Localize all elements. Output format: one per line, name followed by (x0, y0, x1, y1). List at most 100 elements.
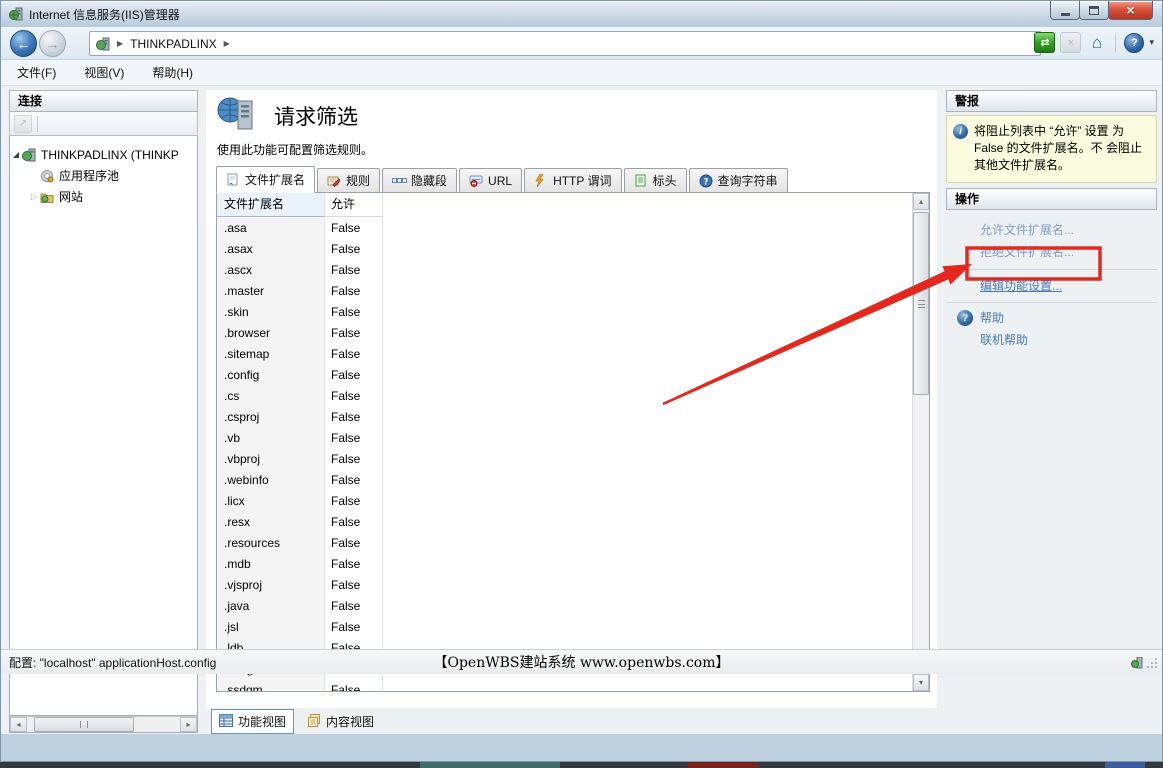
desktop-fragment (420, 762, 560, 768)
back-button[interactable]: ← (10, 30, 37, 57)
cell-extension: .resources (217, 536, 324, 550)
table-row[interactable]: .resources False (217, 532, 912, 553)
tab-file-extensions[interactable]: 文件扩展名 (216, 166, 315, 193)
table-row[interactable]: .sitemap False (217, 343, 912, 364)
scroll-left-icon[interactable]: ◂ (10, 717, 27, 732)
table-row[interactable]: .browser False (217, 322, 912, 343)
tab-rules[interactable]: 规则 (317, 168, 380, 193)
table-row[interactable]: .skin False (217, 301, 912, 322)
table-row[interactable]: .cs False (217, 385, 912, 406)
address-bar: ← → ▶ THINKPADLINX ▶ ⇄ × ⌂ ? ▾ (1, 27, 1162, 60)
tab-label: 规则 (346, 172, 370, 189)
table-row[interactable]: .vbproj False (217, 448, 912, 469)
table-row[interactable]: .webinfo False (217, 469, 912, 490)
action-allow-extension[interactable]: 允许文件扩展名... (980, 219, 1157, 241)
home-button[interactable]: ⌂ (1086, 32, 1107, 53)
action-help[interactable]: 帮助 (980, 307, 1004, 329)
tab-url[interactable]: URL (459, 168, 522, 193)
table-row[interactable]: .ssdgm False (217, 679, 912, 691)
column-header-extension[interactable]: 文件扩展名 ▲ (217, 193, 324, 217)
scrollbar-thumb[interactable] (913, 212, 929, 395)
list-header: 文件扩展名 ▲ 允许 (217, 193, 912, 217)
sync-icon: ⇄ (1040, 36, 1049, 49)
help-button[interactable]: ? (1124, 33, 1144, 53)
table-row[interactable]: .asa False (217, 217, 912, 238)
cell-allowed: False (324, 284, 382, 298)
table-row[interactable]: .ascx False (217, 259, 912, 280)
tree-item-server[interactable]: ◢ THINKPADLINX (THINKP (10, 144, 197, 165)
request-filtering-panel: 请求筛选 使用此功能可配置筛选规则。 文件扩展名 规则 隐藏段 (206, 90, 937, 708)
tab-http-verbs[interactable]: HTTP 谓词 (524, 168, 621, 193)
table-row[interactable]: .vjsproj False (217, 574, 912, 595)
restart-button[interactable]: ⇄ (1034, 32, 1055, 53)
scroll-up-icon[interactable]: ▴ (913, 193, 929, 210)
scroll-right-icon[interactable]: ▸ (180, 717, 197, 732)
maximize-button[interactable] (1079, 1, 1109, 20)
minimize-button[interactable] (1050, 1, 1080, 20)
forward-icon: → (46, 36, 60, 52)
column-header-label: 文件扩展名 (224, 197, 284, 211)
action-edit-feature-settings[interactable]: 编辑功能设置... (980, 275, 1157, 297)
cell-extension: .vjsproj (217, 578, 324, 592)
table-row[interactable]: .vb False (217, 427, 912, 448)
table-row[interactable]: .java False (217, 595, 912, 616)
tab-features-view[interactable]: 功能视图 (211, 709, 294, 734)
tab-label: 文件扩展名 (245, 171, 305, 188)
server-icon (96, 37, 110, 51)
app-icon (9, 7, 23, 21)
close-button[interactable]: × (1108, 1, 1153, 20)
help-icon: ? (1131, 37, 1138, 49)
table-row[interactable]: .jsl False (217, 616, 912, 637)
connections-horizontal-scrollbar[interactable]: ◂ ▸ (9, 716, 198, 733)
column-header-allowed[interactable]: 允许 (324, 193, 382, 217)
list-vertical-scrollbar[interactable]: ▴ ▾ (912, 193, 929, 691)
toolbar-separator (1115, 34, 1116, 52)
status-bar: 配置: "localhost" applicationHost.config 【… (1, 649, 1162, 674)
cell-allowed: False (324, 578, 382, 592)
cell-allowed: False (324, 431, 382, 445)
menu-view[interactable]: 视图(V) (84, 64, 124, 81)
minimize-icon (1061, 13, 1070, 16)
resize-grip[interactable] (1147, 657, 1158, 671)
server-icon (22, 148, 36, 162)
breadcrumb-arrow-icon[interactable]: ▶ (224, 39, 230, 48)
save-connection-button-disabled: ↗ (14, 115, 32, 133)
action-deny-extension[interactable]: 拒绝文件扩展名... (980, 241, 1157, 263)
table-row[interactable]: .mdb False (217, 553, 912, 574)
menu-file[interactable]: 文件(F) (17, 64, 56, 81)
cell-allowed: False (324, 557, 382, 571)
tab-hidden-segments[interactable]: 隐藏段 (382, 168, 457, 193)
tree-item-app-pools[interactable]: 应用程序池 (10, 165, 197, 186)
action-online-help[interactable]: 联机帮助 (980, 329, 1157, 351)
connections-header: 连接 (9, 90, 198, 112)
table-row[interactable]: .licx False (217, 490, 912, 511)
tab-headers[interactable]: 标头 (624, 168, 687, 193)
table-row[interactable]: .resx False (217, 511, 912, 532)
scroll-down-icon[interactable]: ▾ (913, 674, 929, 691)
cell-extension: .asa (217, 221, 324, 235)
menu-help[interactable]: 帮助(H) (152, 64, 193, 81)
forward-button[interactable]: → (39, 30, 66, 57)
caret-down-icon[interactable]: ▾ (1149, 37, 1154, 48)
tab-content-view[interactable]: 内容视图 (300, 710, 381, 733)
cell-extension: .master (217, 284, 324, 298)
connections-panel: 连接 ↗ ◢ THINKPADLINX (THINKP (9, 90, 198, 733)
tree-item-sites[interactable]: ▷ 网站 (10, 186, 197, 207)
table-row[interactable]: .config False (217, 364, 912, 385)
tree-item-label: 网站 (59, 188, 83, 205)
tab-query-strings[interactable]: ? 查询字符串 (689, 168, 788, 193)
address-bar-buttons: ⇄ × ⌂ ? ▾ (1034, 32, 1154, 53)
expanded-icon[interactable]: ◢ (10, 150, 22, 159)
table-row[interactable]: .csproj False (217, 406, 912, 427)
view-tab-label: 内容视图 (326, 713, 374, 730)
table-row[interactable]: .asax False (217, 238, 912, 259)
collapsed-icon[interactable]: ▷ (28, 192, 40, 201)
breadcrumb-server[interactable]: THINKPADLINX (130, 37, 216, 51)
cell-extension: .browser (217, 326, 324, 340)
view-tab-label: 功能视图 (238, 713, 286, 730)
table-row[interactable]: .master False (217, 280, 912, 301)
watermark-text: 【OpenWBS建站系统 www.openwbs.com】 (1, 652, 1162, 672)
file-extensions-list: 文件扩展名 ▲ 允许 .asa False (216, 192, 930, 692)
scrollbar-thumb[interactable] (34, 717, 134, 732)
breadcrumb[interactable]: ▶ THINKPADLINX ▶ (89, 31, 1041, 56)
